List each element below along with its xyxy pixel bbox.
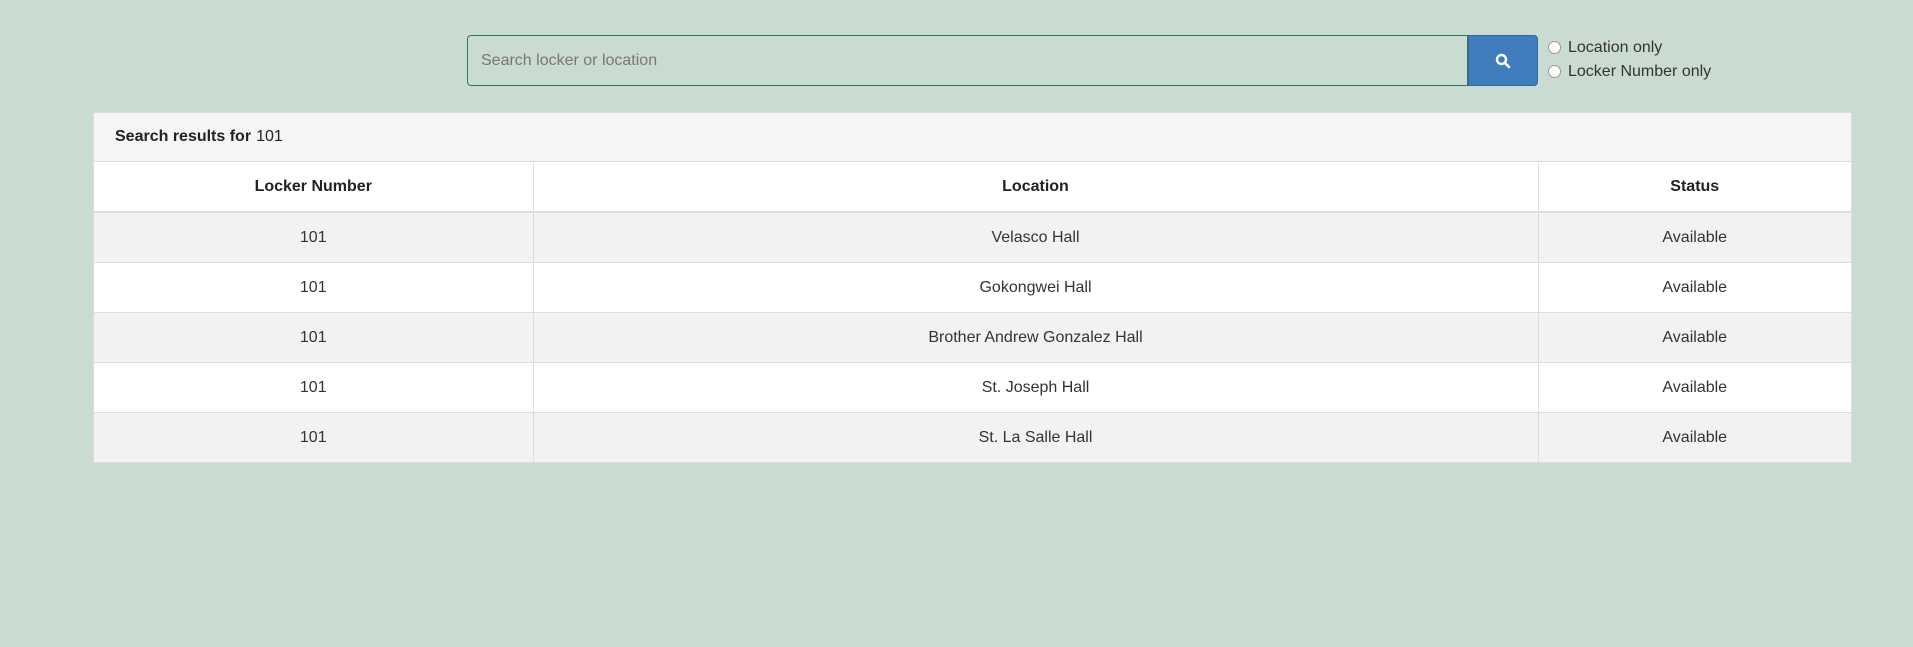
radio-locker-number-only[interactable]: Locker Number only bbox=[1548, 62, 1711, 81]
cell-locker-number: 101 bbox=[94, 262, 534, 313]
column-header-location: Location bbox=[533, 162, 1539, 213]
table-row: 101 Brother Andrew Gonzalez Hall Availab… bbox=[94, 312, 1851, 363]
search-button[interactable] bbox=[1468, 35, 1538, 86]
radio-location-only[interactable]: Location only bbox=[1548, 38, 1711, 57]
search-bar: Location only Locker Number only bbox=[467, 35, 1711, 86]
cell-status: Available bbox=[1538, 362, 1851, 413]
search-input[interactable] bbox=[467, 35, 1468, 86]
radio-label: Locker Number only bbox=[1568, 62, 1712, 80]
results-heading: Search results for 101 bbox=[94, 113, 1851, 162]
results-query: 101 bbox=[256, 128, 283, 145]
cell-location: St. La Salle Hall bbox=[533, 412, 1539, 462]
cell-location: Brother Andrew Gonzalez Hall bbox=[533, 312, 1539, 363]
cell-location: Velasco Hall bbox=[533, 212, 1539, 263]
cell-status: Available bbox=[1538, 412, 1851, 462]
table-row: 101 St. Joseph Hall Available bbox=[94, 362, 1851, 413]
search-filter-options: Location only Locker Number only bbox=[1548, 38, 1711, 81]
cell-locker-number: 101 bbox=[94, 412, 534, 462]
results-table: Locker Number Location Status 101 Velasc… bbox=[94, 162, 1851, 462]
cell-location: Gokongwei Hall bbox=[533, 262, 1539, 313]
table-row: 101 Gokongwei Hall Available bbox=[94, 262, 1851, 313]
radio-label: Location only bbox=[1568, 38, 1663, 56]
cell-locker-number: 101 bbox=[94, 312, 534, 363]
cell-locker-number: 101 bbox=[94, 362, 534, 413]
cell-status: Available bbox=[1538, 262, 1851, 313]
cell-location: St. Joseph Hall bbox=[533, 362, 1539, 413]
radio-button[interactable] bbox=[1548, 41, 1561, 54]
table-row: 101 Velasco Hall Available bbox=[94, 212, 1851, 263]
column-header-locker-number: Locker Number bbox=[94, 162, 534, 213]
table-header-row: Locker Number Location Status bbox=[94, 162, 1851, 213]
cell-status: Available bbox=[1538, 312, 1851, 363]
column-header-status: Status bbox=[1538, 162, 1851, 213]
cell-status: Available bbox=[1538, 212, 1851, 263]
results-panel: Search results for 101 Locker Number Loc… bbox=[93, 112, 1852, 463]
table-row: 101 St. La Salle Hall Available bbox=[94, 412, 1851, 462]
cell-locker-number: 101 bbox=[94, 212, 534, 263]
search-icon bbox=[1495, 53, 1511, 68]
results-heading-label: Search results for bbox=[115, 128, 252, 145]
radio-button[interactable] bbox=[1548, 65, 1561, 78]
